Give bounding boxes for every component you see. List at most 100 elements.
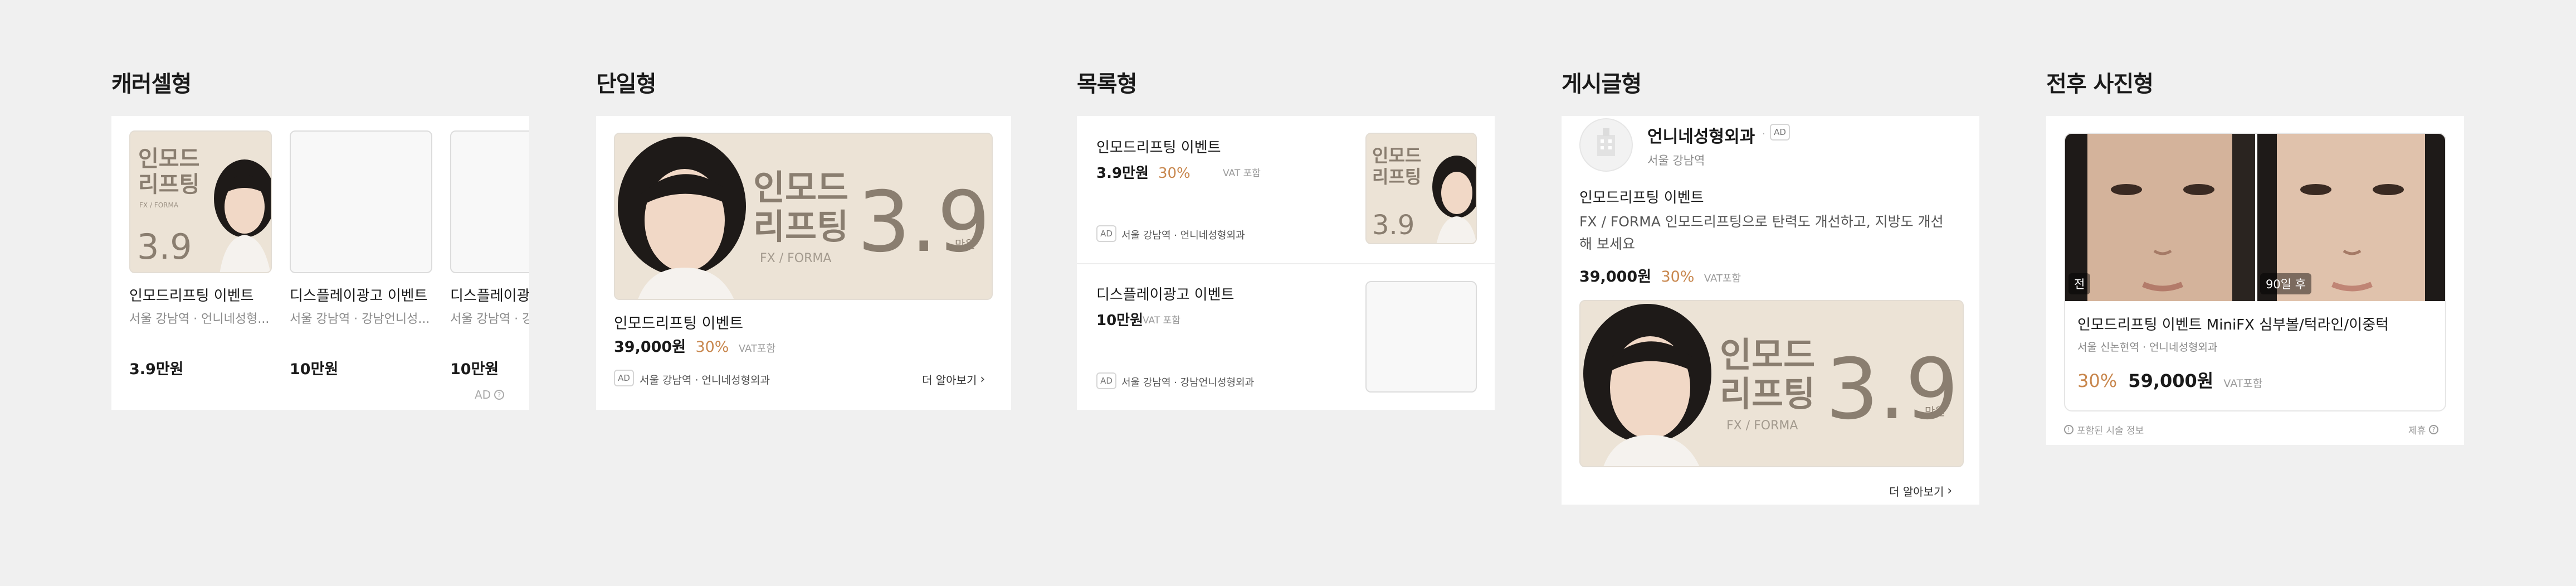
svg-text:만원: 만원: [1925, 405, 1945, 418]
ad-badge: AD: [1096, 225, 1116, 242]
list-divider: [1077, 263, 1495, 264]
list-item-location: 서울 강남역 · 강남언니성형외과: [1121, 377, 1255, 389]
partnership-label: 제휴: [2408, 425, 2426, 437]
svg-text:인모드: 인모드: [1720, 335, 1815, 375]
included-procedure-info[interactable]: ! 포함된 시술 정보: [2064, 423, 2144, 437]
svg-text:리프팅: 리프팅: [1720, 374, 1815, 414]
single-item-title[interactable]: 인모드리프팅 이벤트: [614, 311, 743, 333]
discount-percent: 30%: [695, 338, 729, 356]
dot-separator: ·: [1762, 128, 1765, 140]
before-after-item[interactable]: 전 90일 후 인모드리프팅 이벤트 MiniFX 심부볼/턱라인/이중턱 서울…: [2064, 133, 2446, 411]
list-item-location: 서울 강남역 · 언니네성형외과: [1121, 230, 1245, 241]
carousel-card: 인모드 리프팅 FX / FORMA 3.9 인모드리프팅 이벤트 서울 강남역…: [111, 116, 529, 410]
info-icon: ?: [494, 390, 505, 400]
svg-text:인모드: 인모드: [1372, 145, 1421, 166]
more-link[interactable]: 더 알아보기 ›: [922, 371, 985, 388]
ad-indicator[interactable]: AD ?: [475, 388, 505, 401]
carousel-thumb-3[interactable]: [450, 130, 529, 273]
post-event-title[interactable]: 인모드리프팅 이벤트: [1579, 186, 1704, 207]
chevron-right-icon: ›: [980, 372, 985, 386]
section-title-carousel: 캐러셀형: [111, 71, 192, 97]
clinic-location: 서울 강남역: [1647, 154, 1705, 167]
before-photo: [2065, 134, 2255, 301]
svg-text:FX / FORMA: FX / FORMA: [760, 251, 831, 265]
svg-text:만원: 만원: [955, 238, 975, 251]
carousel-item-location: 서울 강남역 · 강: [450, 312, 529, 326]
vat-note: VAT포함: [1704, 273, 1741, 284]
carousel-item-price: 10만원: [290, 361, 339, 378]
single-banner[interactable]: 인모드 리프팅 FX / FORMA 3.9 만원: [614, 133, 993, 300]
before-after-title: 인모드리프팅 이벤트 MiniFX 심부볼/턱라인/이중턱: [2077, 317, 2389, 333]
before-after-location: 서울 신논현역 · 언니네성형외과: [2077, 341, 2218, 353]
carousel-item-location: 서울 강남역 · 언니네성형...: [129, 312, 270, 326]
list-item-title: 디스플레이광고 이벤트: [1096, 287, 1235, 303]
partnership-info[interactable]: 제휴 ?: [2408, 423, 2439, 437]
info-icon: ?: [2429, 425, 2439, 434]
svg-text:인모드: 인모드: [138, 146, 199, 172]
carousel-item-price: 10만원: [450, 361, 499, 378]
carousel-item-price: 3.9만원: [129, 361, 184, 378]
carousel-thumb-2[interactable]: [290, 130, 432, 273]
post-body-line-2: 해 보세요: [1579, 236, 1635, 252]
section-title-before-after: 전후 사진형: [2046, 71, 2154, 97]
section-title-list: 목록형: [1077, 71, 1137, 97]
single-card: 인모드 리프팅 FX / FORMA 3.9 만원 인모드리프팅 이벤트 39,…: [596, 116, 1011, 410]
list-item-price: 10만원: [1096, 312, 1144, 329]
svg-text:3.9: 3.9: [1826, 341, 1959, 438]
svg-text:3.9: 3.9: [137, 226, 192, 267]
before-after-price: 30% 59,000원 VAT포함: [2077, 367, 2262, 393]
svg-text:3.9: 3.9: [1372, 210, 1414, 241]
inmode-banner-image: 인모드 리프팅 3.9: [1367, 134, 1476, 243]
vat-note: VAT포함: [2223, 377, 2263, 390]
clinic-avatar[interactable]: [1579, 118, 1633, 172]
before-after-photos: [2065, 134, 2445, 301]
svg-text:FX / FORMA: FX / FORMA: [139, 201, 179, 209]
vat-note: VAT 포함: [1143, 315, 1180, 326]
ad-badge: AD: [1096, 372, 1116, 389]
post-price: 39,000원 30% VAT포함: [1579, 264, 1741, 286]
discount-percent: 30%: [1158, 165, 1191, 182]
inmode-banner-image: 인모드 리프팅 FX / FORMA 3.9 만원: [1580, 301, 1963, 466]
carousel-item-title[interactable]: 인모드리프팅 이벤트: [129, 284, 254, 305]
price-value: 39,000원: [1579, 268, 1652, 285]
svg-text:3.9: 3.9: [857, 174, 991, 271]
after-tag: 90일 후: [2260, 273, 2312, 294]
ad-badge: AD: [614, 370, 634, 386]
list-item-title: 인모드리프팅 이벤트: [1096, 139, 1221, 156]
price-value: 3.9만원: [1096, 165, 1149, 182]
carousel-item-title[interactable]: 디스플레이광: [450, 284, 529, 305]
carousel-item-location: 서울 강남역 · 강남언니성...: [290, 312, 430, 326]
price-value: 59,000원: [2128, 370, 2214, 391]
svg-text:리프팅: 리프팅: [138, 172, 199, 197]
ad-label: AD: [475, 388, 491, 401]
before-after-card: 전 90일 후 인모드리프팅 이벤트 MiniFX 심부볼/턱라인/이중턱 서울…: [2046, 116, 2464, 445]
single-price: 39,000원 30% VAT포함: [614, 335, 775, 356]
post-card: 언니네성형외과 · AD 서울 강남역 인모드리프팅 이벤트 FX / FORM…: [1562, 116, 1979, 505]
inmode-banner-image: 인모드 리프팅 FX / FORMA 3.9: [130, 132, 271, 272]
before-tag: 전: [2068, 273, 2091, 294]
hospital-building-icon: [1597, 128, 1615, 156]
price-value: 39,000원: [614, 338, 686, 356]
list-item-price: 3.9만원 30%: [1096, 162, 1191, 182]
discount-percent: 30%: [1661, 268, 1695, 285]
clinic-name[interactable]: 언니네성형외과: [1647, 123, 1755, 147]
discount-percent: 30%: [2077, 370, 2118, 391]
more-label: 더 알아보기: [922, 374, 977, 387]
carousel-thumb-1[interactable]: 인모드 리프팅 FX / FORMA 3.9: [129, 130, 272, 273]
section-title-post: 게시글형: [1562, 71, 1642, 97]
section-title-single: 단일형: [596, 71, 656, 97]
single-location: 서울 강남역 · 언니네성형외과: [640, 374, 770, 386]
included-procedure-label: 포함된 시술 정보: [2077, 425, 2144, 437]
inmode-banner-image: 인모드 리프팅 FX / FORMA 3.9 만원: [615, 134, 992, 299]
vat-note: VAT포함: [738, 343, 776, 355]
carousel-item-title[interactable]: 디스플레이광고 이벤트: [290, 284, 427, 305]
more-link[interactable]: 더 알아보기 ›: [1889, 483, 1952, 499]
svg-text:리프팅: 리프팅: [1372, 166, 1421, 187]
list-item-thumb: [1365, 281, 1477, 393]
svg-text:리프팅: 리프팅: [753, 206, 848, 247]
vat-note: VAT 포함: [1223, 168, 1261, 179]
post-banner[interactable]: 인모드 리프팅 FX / FORMA 3.9 만원: [1579, 300, 1964, 467]
svg-text:인모드: 인모드: [753, 167, 848, 208]
svg-text:FX / FORMA: FX / FORMA: [1726, 419, 1798, 433]
chevron-right-icon: ›: [1947, 484, 1953, 498]
